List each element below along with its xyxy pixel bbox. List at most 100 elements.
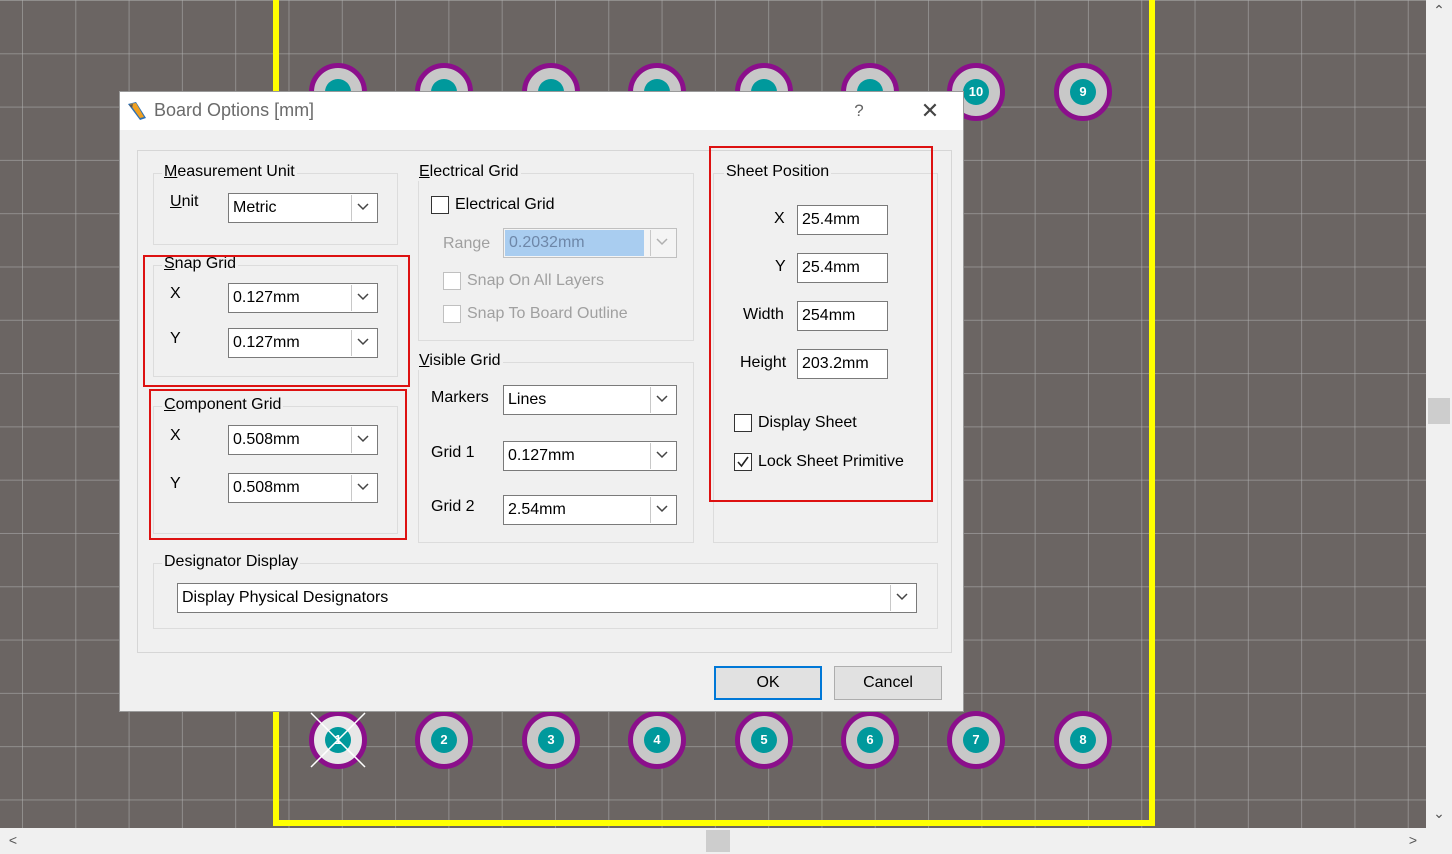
pad-7[interactable]: 7 — [947, 711, 1005, 769]
component-grid-x-value: 0.508mm — [233, 431, 300, 448]
snap-all-layers-label: Snap On All Layers — [467, 272, 604, 289]
chevron-down-icon[interactable] — [351, 427, 376, 453]
vertical-scroll-thumb[interactable] — [1428, 398, 1450, 424]
dialog-titlebar[interactable]: Board Options [mm] ? ✕ — [120, 92, 963, 130]
chevron-down-icon[interactable] — [890, 585, 915, 611]
pad-9[interactable]: 9 — [1054, 63, 1112, 121]
pad-4[interactable]: 4 — [628, 711, 686, 769]
chevron-down-icon[interactable] — [351, 330, 376, 356]
scroll-down-icon[interactable]: ⌄ — [1426, 805, 1452, 822]
markers-select[interactable]: Lines — [503, 385, 677, 415]
grid1-select-value: 0.127mm — [508, 447, 575, 464]
close-button[interactable]: ✕ — [916, 97, 944, 125]
markers-label: Markers — [431, 389, 489, 406]
lock-sheet-primitive-checkbox[interactable] — [734, 453, 752, 471]
legend-text: isible Grid — [429, 352, 501, 369]
grid1-label: Grid 1 — [431, 444, 475, 461]
legend-accelerator: S — [164, 255, 175, 272]
component-grid-group: Component Grid X 0.508mm Y 0.508mm — [153, 396, 398, 534]
label-text: nit — [181, 193, 199, 210]
pad-8[interactable]: 8 — [1054, 711, 1112, 769]
snap-board-outline-label: Snap To Board Outline — [467, 305, 628, 322]
pad-number: 3 — [538, 727, 564, 753]
scroll-right-icon[interactable]: > — [1400, 832, 1426, 848]
horizontal-scroll-thumb[interactable] — [706, 830, 730, 852]
range-select-value: 0.2032mm — [505, 230, 644, 256]
snap-grid-x-select[interactable]: 0.127mm — [228, 283, 378, 313]
pad-number: 8 — [1070, 727, 1096, 753]
electrical-grid-checkbox[interactable] — [431, 196, 449, 214]
legend-text: nap Grid — [174, 255, 237, 272]
board-options-app-icon — [128, 102, 146, 120]
display-sheet-checkbox[interactable] — [734, 414, 752, 432]
snap-board-outline-checkbox[interactable] — [443, 305, 461, 323]
designator-display-select[interactable]: Display Physical Designators — [177, 583, 917, 613]
sheet-width-value: 254mm — [802, 307, 856, 324]
pad-5[interactable]: 5 — [735, 711, 793, 769]
unit-select[interactable]: Metric — [228, 193, 378, 223]
sheet-x-label: X — [774, 210, 785, 227]
measurement-unit-legend: Measurement Unit — [162, 163, 297, 181]
sheet-height-value: 203.2mm — [802, 355, 869, 372]
pad-number: 4 — [644, 727, 670, 753]
chevron-down-icon[interactable] — [351, 195, 376, 221]
snap-grid-group: Snap Grid X 0.127mm Y 0.127mm — [153, 255, 398, 377]
electrical-grid-legend: Electrical Grid — [417, 163, 521, 181]
pad-number: 5 — [751, 727, 777, 753]
ok-button[interactable]: OK — [714, 666, 822, 700]
cancel-button[interactable]: Cancel — [834, 666, 942, 700]
dialog-content-frame: Measurement Unit Unit Metric Snap Grid X… — [137, 150, 952, 653]
designator-display-group: Designator Display Display Physical Desi… — [153, 553, 938, 629]
pad-1[interactable]: 1 — [309, 711, 367, 769]
display-sheet-label: Display Sheet — [758, 414, 857, 431]
pad-number: 9 — [1070, 79, 1096, 105]
chevron-down-icon[interactable] — [650, 497, 675, 523]
component-grid-y-select[interactable]: 0.508mm — [228, 473, 378, 503]
chevron-down-icon[interactable] — [650, 443, 675, 469]
chevron-down-icon[interactable] — [650, 387, 675, 413]
snap-grid-y-select[interactable]: 0.127mm — [228, 328, 378, 358]
range-label: Range — [443, 235, 491, 252]
legend-accelerator: C — [164, 396, 176, 413]
unit-label: Unit — [170, 193, 198, 211]
sheet-width-input[interactable]: 254mm — [797, 301, 888, 331]
pad-3[interactable]: 3 — [522, 711, 580, 769]
chevron-down-icon[interactable] — [351, 475, 376, 501]
chevron-down-icon[interactable] — [650, 230, 675, 256]
range-select[interactable]: 0.2032mm — [503, 228, 677, 258]
unit-select-value: Metric — [233, 199, 277, 216]
snap-grid-x-label: X — [170, 285, 181, 302]
scrollbar-corner — [1426, 828, 1452, 854]
selection-cross-icon — [310, 712, 366, 768]
lock-sheet-primitive-label: Lock Sheet Primitive — [758, 453, 904, 470]
measurement-unit-group: Measurement Unit Unit Metric — [153, 163, 398, 245]
component-grid-legend: Component Grid — [162, 396, 284, 414]
legend-accelerator: M — [164, 163, 178, 180]
component-grid-y-label: Y — [170, 475, 181, 492]
sheet-y-input[interactable]: 25.4mm — [797, 253, 888, 283]
snap-grid-legend: Snap Grid — [162, 255, 239, 273]
chevron-down-icon[interactable] — [351, 285, 376, 311]
scroll-left-icon[interactable]: < — [0, 832, 26, 848]
sheet-height-label: Height — [740, 354, 787, 371]
sheet-x-input[interactable]: 25.4mm — [797, 205, 888, 235]
markers-select-value: Lines — [508, 391, 547, 408]
legend-text: lectrical Grid — [429, 163, 519, 180]
sheet-position-group: Sheet Position X 25.4mm Y 25.4mm Width 2… — [713, 163, 938, 543]
help-button[interactable]: ? — [847, 99, 871, 123]
pad-6[interactable]: 6 — [841, 711, 899, 769]
grid1-select[interactable]: 0.127mm — [503, 441, 677, 471]
sheet-height-input[interactable]: 203.2mm — [797, 349, 888, 379]
legend-accelerator: V — [419, 352, 430, 369]
grid2-select[interactable]: 2.54mm — [503, 495, 677, 525]
checkmark-icon — [737, 456, 749, 468]
pad-number: 10 — [963, 79, 989, 105]
pad-number: 7 — [963, 727, 989, 753]
pad-number: 2 — [431, 727, 457, 753]
sheet-width-label: Width — [743, 306, 784, 323]
snap-all-layers-checkbox[interactable] — [443, 272, 461, 290]
pad-2[interactable]: 2 — [415, 711, 473, 769]
component-grid-x-select[interactable]: 0.508mm — [228, 425, 378, 455]
scroll-up-icon[interactable]: ⌃ — [1426, 2, 1452, 19]
designator-display-value: Display Physical Designators — [182, 589, 389, 606]
